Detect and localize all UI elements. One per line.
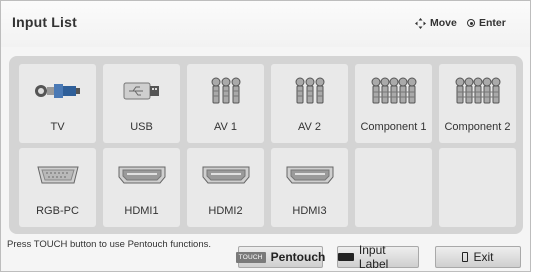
input-tile-label: Component 1 (360, 121, 427, 133)
input-label-key-icon (338, 253, 354, 261)
touch-key-badge: TOUCH (235, 251, 266, 263)
input-tile-component1[interactable]: Component 1 (355, 64, 432, 143)
input-tile-hdmi1[interactable]: HDMI1 (103, 148, 180, 227)
exit-button[interactable]: Exit (435, 246, 521, 268)
input-tile-av2[interactable]: AV 2 (271, 64, 348, 143)
rca-connectors-icon (295, 77, 324, 104)
input-tile-label: HDMI2 (208, 205, 243, 217)
input-tile-label: Component 2 (444, 121, 511, 133)
empty-input-tile (439, 148, 516, 227)
input-tile-hdmi3[interactable]: HDMI3 (271, 148, 348, 227)
pentouch-button-label: Pentouch (270, 250, 326, 264)
header-bar: Input List Move Enter (1, 1, 530, 47)
input-tile-usb[interactable]: USB (103, 64, 180, 143)
enter-button-icon (467, 19, 475, 27)
input-tile-label: USB (130, 121, 153, 133)
pentouch-button[interactable]: TOUCH Pentouch (235, 246, 326, 268)
move-hint-label: Move (430, 17, 457, 29)
input-label-button[interactable]: Input Label (337, 243, 419, 271)
hdmi-port-icon (118, 166, 165, 184)
input-tile-label: TV (50, 121, 65, 133)
hdmi-port-icon (202, 166, 249, 184)
component-connectors-icon (371, 77, 416, 104)
hdmi-port-icon (286, 166, 333, 184)
input-tile-label: HDMI3 (292, 205, 327, 217)
input-list-window: Input List Move Enter TV USB AV 1 AV 2 C… (0, 0, 531, 272)
page-title: Input List (12, 14, 77, 30)
move-hint: Move (415, 17, 457, 29)
input-grid: TV USB AV 1 AV 2 Component 1 Component 2… (9, 56, 523, 234)
component-connectors-icon (455, 77, 500, 104)
input-tile-hdmi2[interactable]: HDMI2 (187, 148, 264, 227)
input-tile-label: AV 1 (213, 121, 238, 133)
input-tile-label: HDMI1 (124, 205, 159, 217)
antenna-connector-icon (34, 84, 80, 98)
vga-port-icon (36, 166, 79, 184)
input-tile-tv[interactable]: TV (19, 64, 96, 143)
input-tile-label: RGB-PC (36, 205, 79, 217)
input-tile-rgb-pc[interactable]: RGB-PC (19, 148, 96, 227)
move-arrows-icon (415, 17, 426, 29)
input-tile-av1[interactable]: AV 1 (187, 64, 264, 143)
exit-button-label: Exit (473, 250, 494, 264)
input-tile-component2[interactable]: Component 2 (439, 64, 516, 143)
input-label-button-label: Input Label (358, 243, 389, 271)
enter-hint: Enter (467, 17, 506, 29)
input-tile-label: AV 2 (297, 121, 322, 133)
enter-hint-label: Enter (479, 17, 506, 29)
usb-icon (123, 82, 159, 100)
rca-connectors-icon (211, 77, 240, 104)
exit-key-icon (462, 252, 469, 262)
pentouch-hint: Press TOUCH button to use Pentouch funct… (7, 239, 212, 250)
empty-input-tile (355, 148, 432, 227)
